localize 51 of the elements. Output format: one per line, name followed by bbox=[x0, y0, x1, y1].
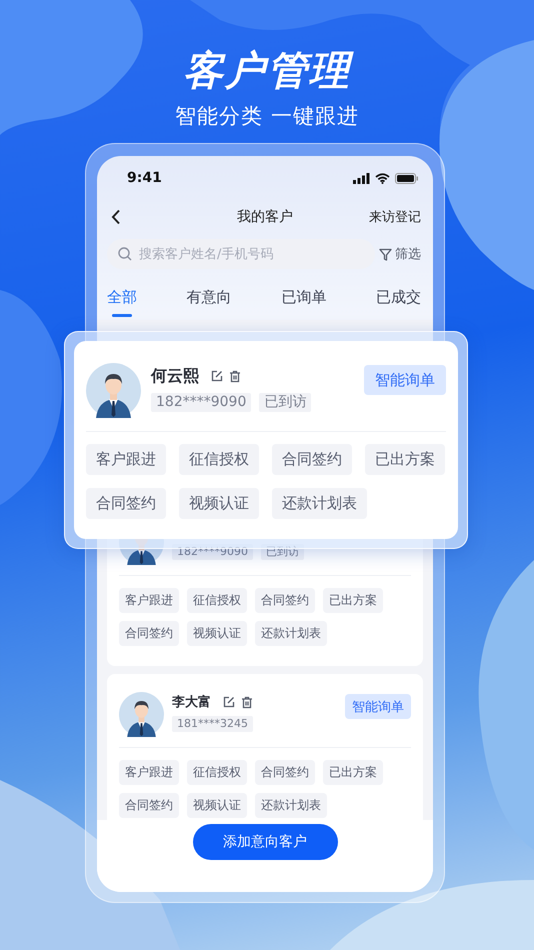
action-tag[interactable]: 征信授权 bbox=[187, 760, 247, 785]
search-field[interactable]: 搜索客户姓名/手机号码 bbox=[107, 239, 375, 269]
visit-status: 已到访 bbox=[259, 393, 312, 412]
page-title: 我的客户 bbox=[237, 209, 293, 225]
visit-register-link[interactable]: 来访登记 bbox=[369, 208, 421, 226]
edit-icon[interactable] bbox=[211, 370, 223, 382]
smart-inquiry-button[interactable]: 智能询单 bbox=[345, 694, 411, 719]
customer-name: 何云熙 bbox=[151, 366, 199, 386]
banner-subtitle: 智能分类 一键跟进 bbox=[175, 103, 359, 130]
filter-tab[interactable]: 已询单 bbox=[281, 274, 326, 320]
phone-number: 181****3245 bbox=[172, 716, 253, 732]
action-tag[interactable]: 已出方案 bbox=[323, 588, 383, 613]
add-customer-button[interactable]: 添加意向客户 bbox=[192, 824, 338, 860]
trash-icon[interactable] bbox=[241, 696, 253, 708]
filter-tab[interactable]: 已成交 bbox=[376, 274, 421, 320]
customer-name: 李大富 bbox=[172, 694, 211, 711]
action-tag[interactable]: 合同签约 bbox=[272, 444, 352, 475]
filter-tab[interactable]: 有意向 bbox=[186, 274, 232, 320]
action-tag[interactable]: 合同签约 bbox=[119, 621, 179, 646]
edit-icon[interactable] bbox=[223, 696, 235, 708]
action-tag[interactable]: 还款计划表 bbox=[255, 793, 327, 818]
action-tag[interactable]: 视频认证 bbox=[179, 488, 259, 519]
action-tag[interactable]: 已出方案 bbox=[323, 760, 383, 785]
action-tag[interactable]: 合同签约 bbox=[255, 588, 315, 613]
action-tag[interactable]: 合同签约 bbox=[255, 760, 315, 785]
phone-number: 182****9090 bbox=[151, 393, 252, 412]
battery-icon bbox=[395, 172, 419, 184]
back-icon[interactable] bbox=[111, 209, 121, 225]
filter-button[interactable]: 筛选 bbox=[379, 245, 421, 263]
action-tag[interactable]: 视频认证 bbox=[187, 621, 247, 646]
action-tag[interactable]: 已出方案 bbox=[365, 444, 445, 475]
signal-icon bbox=[353, 172, 370, 184]
action-tag[interactable]: 客户跟进 bbox=[119, 588, 179, 613]
action-tag[interactable]: 客户跟进 bbox=[119, 760, 179, 785]
trash-icon[interactable] bbox=[229, 370, 241, 382]
status-time: 9:41 bbox=[127, 170, 162, 186]
action-tag[interactable]: 视频认证 bbox=[187, 793, 247, 818]
action-tag[interactable]: 客户跟进 bbox=[86, 444, 166, 475]
action-tag[interactable]: 征信授权 bbox=[187, 588, 247, 613]
action-tag[interactable]: 还款计划表 bbox=[272, 488, 367, 519]
search-icon bbox=[118, 247, 132, 261]
action-tag[interactable]: 还款计划表 bbox=[255, 621, 327, 646]
action-tag[interactable]: 征信授权 bbox=[179, 444, 259, 475]
wifi-icon bbox=[375, 172, 390, 184]
avatar-icon bbox=[119, 692, 164, 737]
action-tag[interactable]: 合同签约 bbox=[119, 793, 179, 818]
action-tag[interactable]: 合同签约 bbox=[86, 488, 166, 519]
filter-tab[interactable]: 全部 bbox=[107, 274, 137, 320]
avatar-icon bbox=[86, 363, 141, 418]
funnel-icon bbox=[379, 248, 392, 260]
smart-inquiry-button[interactable]: 智能询单 bbox=[364, 365, 446, 395]
